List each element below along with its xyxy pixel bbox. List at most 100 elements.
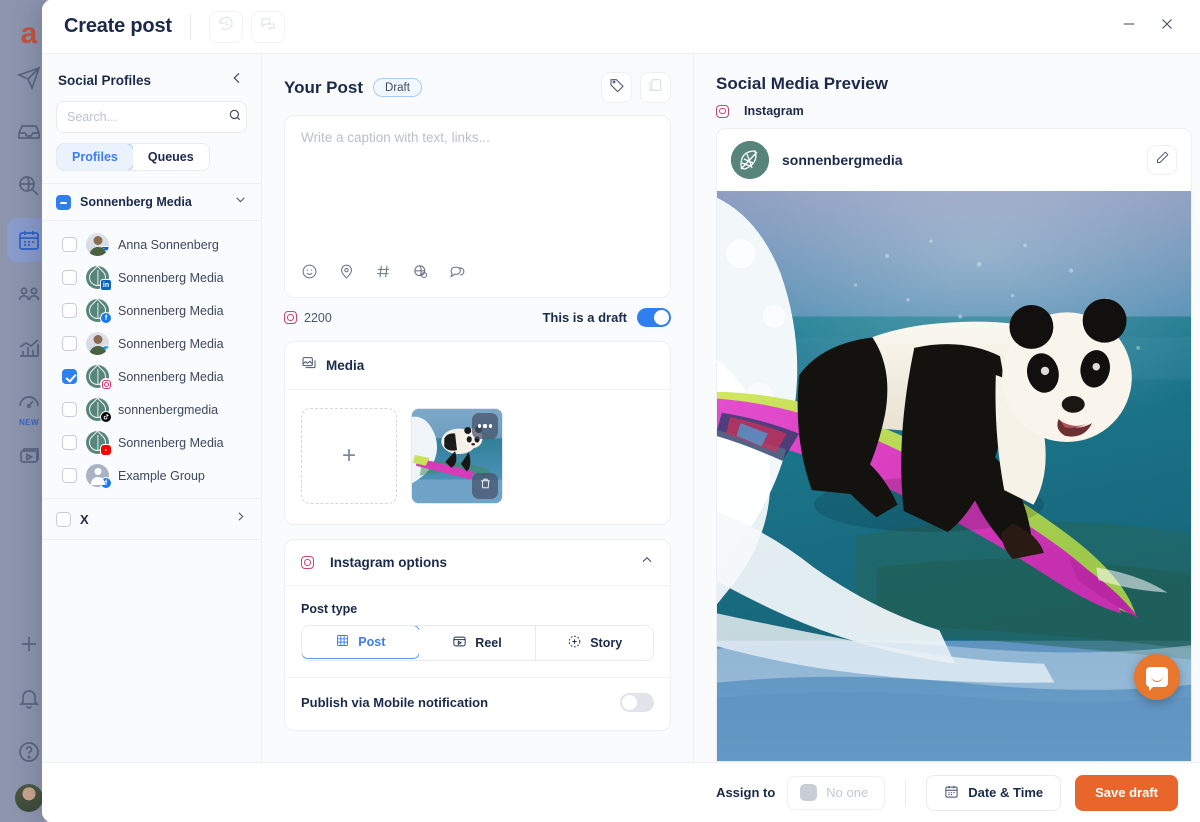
globe-icon[interactable]: [412, 263, 429, 285]
editor-header: Your Post Draft: [284, 54, 671, 115]
emoji-icon[interactable]: [301, 263, 318, 285]
preview-card: sonnenbergmedia: [716, 128, 1192, 762]
avatar: in: [86, 233, 109, 256]
titlebar-divider: [189, 13, 191, 40]
date-time-button[interactable]: Date & Time: [926, 774, 1062, 811]
comments-button[interactable]: [250, 10, 285, 43]
tiktok-icon: [100, 411, 112, 423]
search-input[interactable]: [67, 110, 228, 124]
profile-checkbox[interactable]: [62, 468, 77, 483]
x-group-expand[interactable]: [234, 510, 247, 528]
profile-checkbox[interactable]: [62, 270, 77, 285]
instagram-options-header[interactable]: Instagram options: [285, 540, 670, 586]
media-thumbnail[interactable]: [411, 408, 503, 504]
more-dots-icon: [477, 424, 493, 428]
tab-queues[interactable]: Queues: [132, 144, 209, 170]
instagram-options-collapse[interactable]: [640, 553, 654, 572]
location-pin-icon[interactable]: [338, 263, 355, 285]
profile-checkbox[interactable]: [62, 435, 77, 450]
search-box[interactable]: [56, 101, 247, 133]
tag-icon: [609, 77, 625, 98]
preview-title: Social Media Preview: [716, 74, 888, 93]
close-button[interactable]: [1152, 12, 1182, 42]
media-menu-button[interactable]: [472, 413, 498, 439]
instagram-options-body: Post type Post Reel Story Publish via Mo…: [285, 586, 670, 730]
minimize-icon: [1120, 15, 1138, 38]
status-badge: Draft: [373, 78, 422, 97]
instagram-icon: [301, 556, 314, 569]
profiles-queues-tabs: Profiles Queues: [42, 143, 261, 183]
post-type-reel[interactable]: Reel: [418, 626, 537, 660]
create-post-modal: Create post Social Profiles Search... Pr…: [42, 0, 1200, 822]
list-item[interactable]: sonnenbergmedia: [42, 393, 261, 426]
character-count: 2200: [304, 310, 332, 325]
preview-network-label: Instagram: [744, 104, 804, 118]
modal-footer: Assign to No one Date & Time Save draft: [42, 762, 1200, 822]
x-group-row[interactable]: X: [42, 498, 261, 540]
social-profiles-title: Social Profiles: [58, 73, 152, 88]
history-button[interactable]: [208, 10, 243, 43]
preview-image: [717, 191, 1191, 761]
post-editor-panel: Your Post Draft Write a caption with tex…: [262, 54, 694, 762]
collapse-panel-button[interactable]: [229, 70, 245, 91]
profile-name: Sonnenberg Media: [118, 303, 224, 318]
list-item[interactable]: in Sonnenberg Media: [42, 261, 261, 294]
profile-name: Sonnenberg Media: [118, 435, 224, 450]
add-media-button[interactable]: +: [301, 408, 397, 504]
modal-titlebar: Create post: [42, 0, 1200, 54]
profile-checkbox[interactable]: [62, 237, 77, 252]
modal-body: Social Profiles Profiles: [42, 54, 1200, 762]
group-checkbox[interactable]: [56, 194, 71, 210]
caption-composer[interactable]: Write a caption with text, links...: [284, 115, 671, 298]
avatar: f: [86, 299, 112, 324]
publish-mobile-toggle[interactable]: [620, 693, 654, 712]
list-item[interactable]: f Sonnenberg Media: [42, 294, 261, 327]
media-delete-button[interactable]: [472, 473, 498, 499]
list-item[interactable]: f Example Group: [42, 459, 261, 492]
x-group-checkbox[interactable]: [56, 511, 71, 527]
linkedin-icon: in: [100, 279, 112, 291]
comment-icon[interactable]: [449, 263, 466, 285]
profile-name: Sonnenberg Media: [118, 369, 224, 384]
minimize-button[interactable]: [1114, 12, 1144, 42]
profile-name: Sonnenberg Media: [118, 270, 224, 285]
post-type-story[interactable]: Story: [536, 626, 653, 660]
list-item[interactable]: Sonnenberg Media: [42, 327, 261, 360]
character-count-row: 2200 This is a draft: [284, 298, 671, 341]
profile-checkbox[interactable]: [62, 402, 77, 417]
trash-icon: [479, 477, 492, 495]
user-avatar[interactable]: [15, 784, 43, 812]
profile-group-header[interactable]: Sonnenberg Media: [42, 183, 261, 220]
profile-list: in Anna Sonnenberg in Sonnenberg Media f: [42, 220, 261, 498]
social-profiles-panel: Social Profiles Profiles: [42, 54, 262, 762]
draft-toggle[interactable]: [637, 308, 671, 327]
profile-checkbox[interactable]: [62, 303, 77, 318]
avatar: in: [86, 266, 112, 291]
profile-name: sonnenbergmedia: [118, 402, 219, 417]
tag-button[interactable]: [601, 72, 632, 103]
list-item[interactable]: Sonnenberg Media: [42, 360, 261, 393]
hashtag-icon[interactable]: [375, 263, 392, 285]
close-icon: [1158, 15, 1176, 38]
assignee-selector[interactable]: No one: [787, 775, 886, 810]
intercom-chat-button[interactable]: [1134, 654, 1180, 700]
group-expand-toggle[interactable]: [234, 193, 247, 211]
media-body: +: [285, 390, 670, 524]
comments-icon: [259, 15, 277, 38]
youtube-icon: [100, 444, 112, 456]
list-item[interactable]: Sonnenberg Media: [42, 426, 261, 459]
chevron-up-icon: [640, 554, 654, 571]
list-item[interactable]: in Anna Sonnenberg: [42, 228, 261, 261]
post-type-story-label: Story: [590, 636, 623, 650]
template-button[interactable]: [640, 72, 671, 103]
post-type-post[interactable]: Post: [302, 626, 420, 659]
instagram-options-card: Instagram options Post type Post Reel St…: [284, 539, 671, 731]
footer-divider: [905, 779, 907, 806]
preview-edit-button[interactable]: [1147, 145, 1177, 175]
profile-checkbox[interactable]: [62, 369, 77, 384]
profile-checkbox[interactable]: [62, 336, 77, 351]
date-time-label: Date & Time: [968, 785, 1044, 800]
save-draft-button[interactable]: Save draft: [1075, 774, 1178, 811]
social-media-preview-panel: Social Media Preview Instagram sonnenber…: [694, 54, 1200, 762]
tab-profiles[interactable]: Profiles: [56, 144, 134, 170]
